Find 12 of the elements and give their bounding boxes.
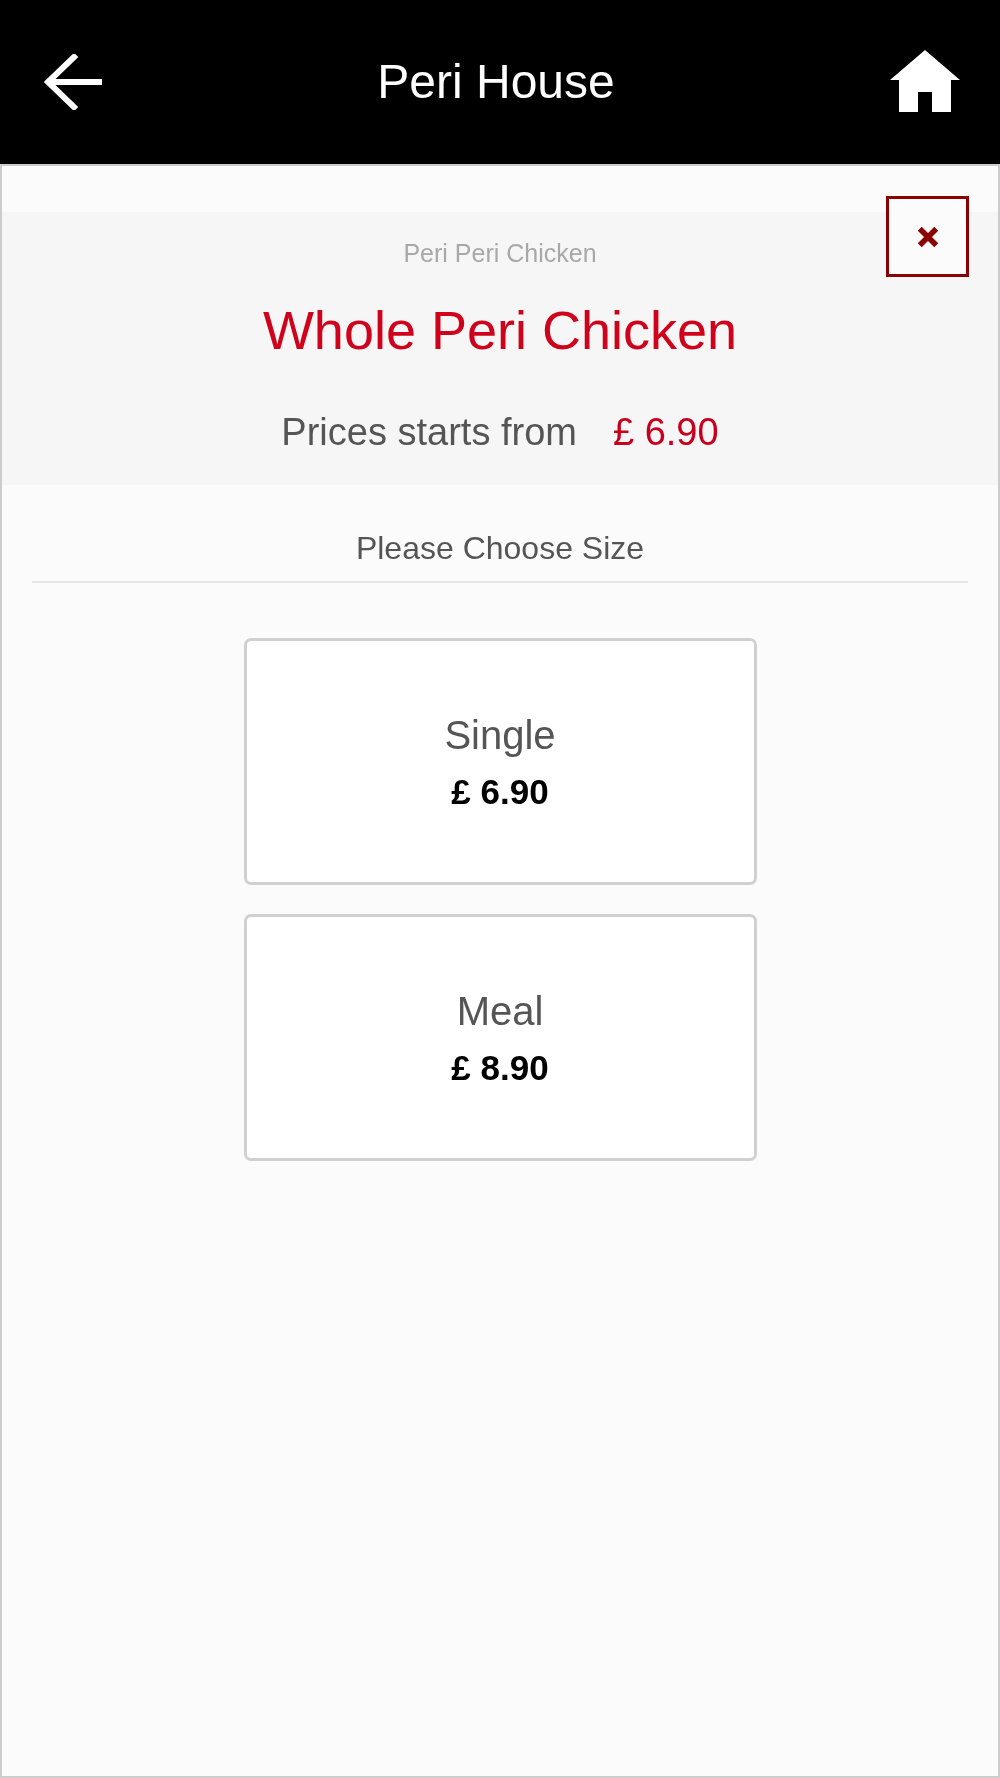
price-label: Prices starts from [281,410,577,455]
item-name: Whole Peri Chicken [262,299,738,362]
item-category: Peri Peri Chicken [403,238,597,268]
close-button[interactable] [886,196,969,277]
back-arrow-icon[interactable] [44,54,102,110]
home-icon[interactable] [890,50,960,112]
size-option-card[interactable]: Meal £ 8.90 [243,914,757,1161]
starting-price: £ 6.90 [612,410,719,455]
size-option-card[interactable]: Single £ 6.90 [243,638,757,885]
section-heading: Please Choose Size [354,529,646,568]
app-title: Peri House [377,54,615,110]
close-icon [916,225,939,248]
